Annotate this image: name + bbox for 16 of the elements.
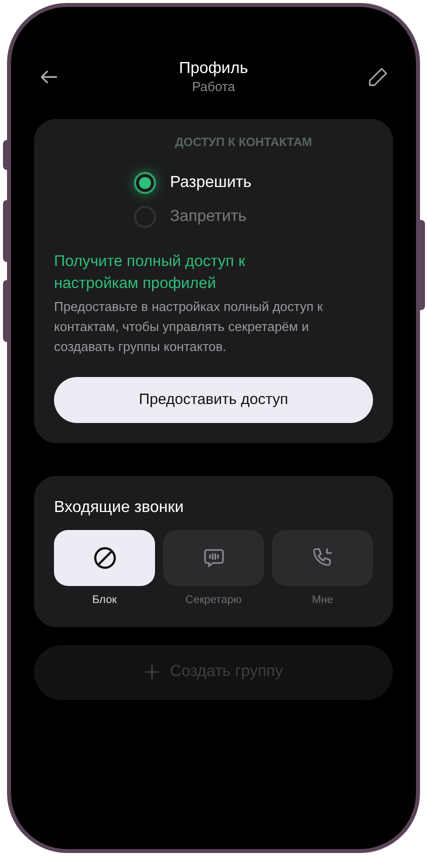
promo-title: Получите полный доступ к настройкам профилей xyxy=(54,252,246,294)
section-title: ДОСТУП К КОНТАКТАМ xyxy=(174,134,312,151)
call-option-label: Блок xyxy=(92,593,117,608)
block-icon xyxy=(92,545,118,571)
voice-message-icon xyxy=(202,546,226,570)
call-option-button[interactable] xyxy=(54,530,155,586)
screen-subtitle: Работа xyxy=(192,79,235,95)
plus-icon xyxy=(144,664,160,680)
pencil-icon[interactable] xyxy=(366,66,389,88)
promo-text: Предоставьте в настройках полный доступ к контактам, чтобы управлять секретарём и создавать группы контактов. xyxy=(54,298,324,356)
call-option-label: Секретарю xyxy=(185,593,242,608)
grant-access-button[interactable]: Предоставить доступ xyxy=(54,377,373,423)
card-title: Входящие звонки xyxy=(54,498,185,518)
radio-option[interactable]: Разрешить xyxy=(134,171,373,195)
call-option-label: Мне xyxy=(312,593,334,608)
screen-title: Профиль xyxy=(178,59,248,79)
